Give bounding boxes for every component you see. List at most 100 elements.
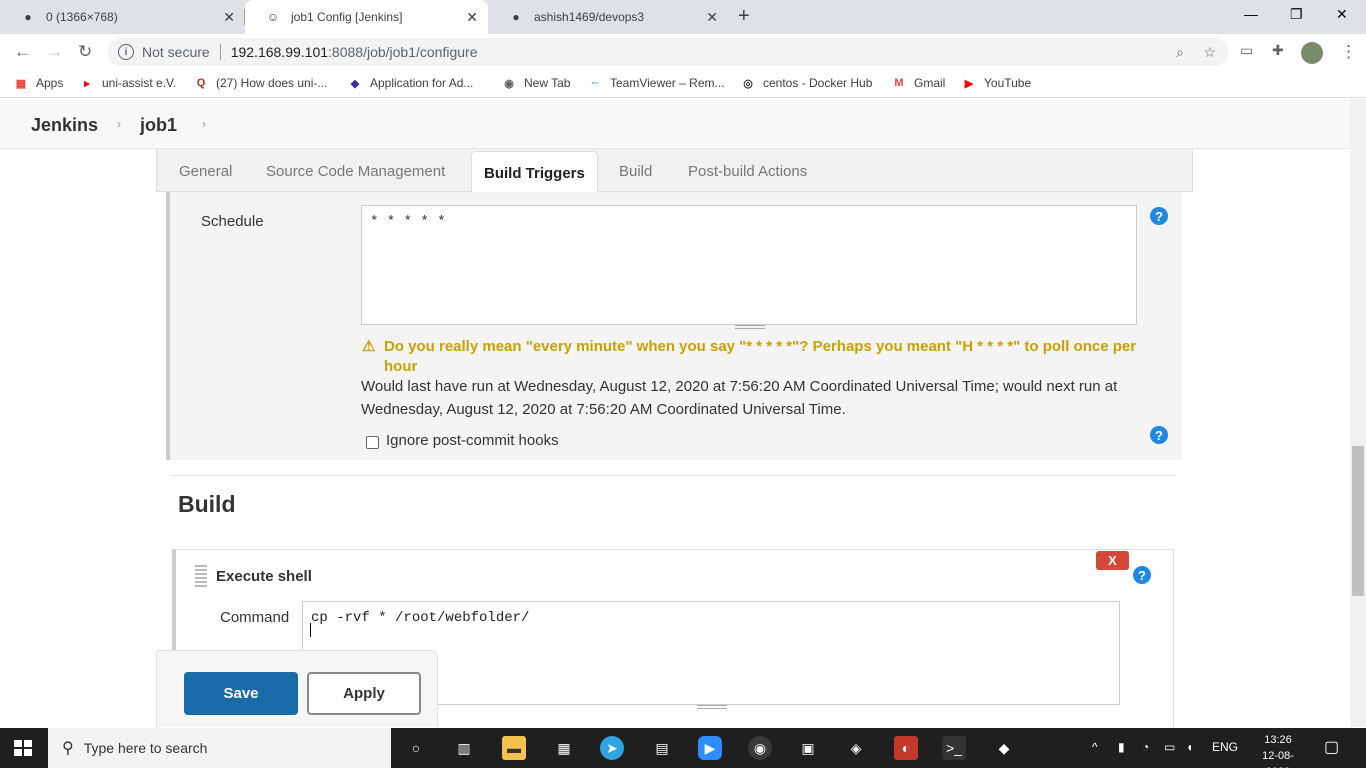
close-tab-icon[interactable]: ✕ bbox=[223, 9, 235, 26]
minimize-icon[interactable]: — bbox=[1244, 6, 1258, 22]
bookmark-youtube[interactable]: ▶ YouTube bbox=[962, 76, 1031, 90]
drag-handle-icon[interactable] bbox=[195, 565, 207, 587]
bookmarks-bar: ▦ Apps ▸ uni-assist e.V. Q (27) How does un… bbox=[0, 70, 1366, 98]
divider bbox=[219, 44, 221, 60]
github-icon: ● bbox=[512, 10, 520, 24]
bookmark-teamviewer[interactable]: ⇔ TeamViewer – Rem... bbox=[588, 76, 725, 90]
file-explorer-icon[interactable]: ▬ bbox=[502, 736, 526, 760]
help-icon[interactable]: ? bbox=[1133, 566, 1151, 584]
quora-icon: Q bbox=[196, 77, 206, 89]
url-path: :8088/job/job1/configure bbox=[328, 44, 478, 60]
system-clock[interactable]: 13:26 12-08-2020 bbox=[1252, 732, 1304, 780]
tab-source-code-management[interactable]: Source Code Management bbox=[266, 163, 445, 180]
close-tab-icon[interactable]: ✕ bbox=[706, 9, 718, 26]
browser-tab-active[interactable]: ☺ job1 Config [Jenkins] ✕ bbox=[245, 0, 488, 34]
notification-icon[interactable]: ▢ bbox=[1324, 737, 1339, 757]
info-icon[interactable]: i bbox=[118, 44, 134, 60]
windows-start-icon[interactable] bbox=[14, 740, 32, 756]
virtualbox-cube-icon[interactable]: ◈ bbox=[844, 736, 868, 760]
tab-build[interactable]: Build bbox=[619, 163, 652, 180]
extensions-icon[interactable]: ✚ bbox=[1272, 42, 1284, 59]
page-scrollbar[interactable] bbox=[1350, 99, 1366, 727]
breadcrumb-chevron-icon[interactable]: › bbox=[202, 117, 206, 131]
save-button[interactable]: Save bbox=[184, 672, 298, 715]
forward-icon[interactable]: → bbox=[46, 42, 63, 62]
security-label: Not secure bbox=[142, 44, 210, 60]
paint-icon[interactable]: ◐ bbox=[894, 736, 918, 760]
build-section-title: Build bbox=[178, 491, 236, 517]
zoom-app-icon[interactable]: ▶ bbox=[698, 736, 722, 760]
step-title: Execute shell bbox=[216, 568, 312, 585]
globe-icon: ◉ bbox=[504, 77, 514, 90]
github-icon: ● bbox=[24, 10, 32, 24]
search-placeholder: Type here to search bbox=[83, 740, 208, 756]
taskbar-search[interactable]: ⚲ Type here to search bbox=[48, 728, 391, 768]
windows-taskbar: ⚲ Type here to search ○ ▥ ▬ ▦ ➤ ▤ ▶ ◉ ▣ … bbox=[0, 728, 1366, 778]
breadcrumb-jenkins[interactable]: Jenkins bbox=[31, 115, 98, 136]
back-icon[interactable]: ← bbox=[14, 42, 31, 62]
schedule-label: Schedule bbox=[201, 213, 264, 230]
address-bar[interactable]: i Not secure 192.168.99.101:8088/job/job… bbox=[108, 38, 1228, 66]
tab-build-triggers[interactable]: Build Triggers bbox=[471, 151, 598, 193]
zoom-icon[interactable]: ⌕ bbox=[1176, 44, 1184, 61]
delete-step-button[interactable]: X bbox=[1096, 551, 1129, 570]
restore-icon[interactable]: ❐ bbox=[1290, 6, 1303, 23]
warning-text: Do you really mean "every minute" when y… bbox=[384, 338, 1137, 375]
tab-post-build-actions[interactable]: Post-build Actions bbox=[688, 163, 807, 180]
url-host: 192.168.99.101 bbox=[230, 44, 329, 60]
bookmark-application[interactable]: ◆ Application for Ad... bbox=[348, 76, 474, 90]
close-window-icon[interactable]: ✕ bbox=[1336, 6, 1348, 23]
search-icon: ⚲ bbox=[62, 740, 74, 757]
task-view-icon[interactable]: ▥ bbox=[452, 736, 476, 760]
volume-icon[interactable]: ◖ bbox=[1186, 740, 1193, 754]
wifi-icon[interactable]: ◔ bbox=[1142, 740, 1149, 754]
scrollbar-thumb[interactable] bbox=[1352, 446, 1364, 596]
divider bbox=[172, 475, 1176, 476]
browser-tab[interactable]: ● ashish1469/devops3 ✕ bbox=[488, 0, 728, 34]
schedule-textarea[interactable]: * * * * * bbox=[361, 205, 1137, 325]
close-tab-icon[interactable]: ✕ bbox=[466, 9, 478, 26]
ignore-hooks-label[interactable]: Ignore post-commit hooks bbox=[386, 432, 559, 449]
tab-general[interactable]: General bbox=[179, 163, 232, 180]
help-icon[interactable]: ? bbox=[1150, 426, 1168, 444]
bookmark-uni-assist[interactable]: ▸ uni-assist e.V. bbox=[80, 76, 176, 90]
network-app-icon[interactable]: ▣ bbox=[796, 736, 820, 760]
jenkins-icon: ☺ bbox=[266, 10, 280, 24]
tab-title: job1 Config [Jenkins] bbox=[291, 10, 403, 24]
reload-icon[interactable]: ↻ bbox=[78, 42, 92, 62]
cortana-icon[interactable]: ○ bbox=[404, 736, 428, 760]
browser-tab[interactable]: ● 0 (1366×768) ✕ bbox=[0, 0, 245, 34]
chevron-up-icon[interactable]: ^ bbox=[1092, 740, 1098, 754]
language-indicator[interactable]: ENG bbox=[1212, 740, 1238, 754]
battery-icon[interactable]: ▭ bbox=[1164, 740, 1175, 754]
warning-icon: ⚠ bbox=[362, 338, 376, 355]
help-icon[interactable]: ? bbox=[1150, 207, 1168, 225]
tab-title: ashish1469/devops3 bbox=[534, 10, 645, 24]
config-tabs: General Source Code Management Build Tri… bbox=[156, 149, 1193, 193]
chrome-icon[interactable]: ◉ bbox=[748, 736, 772, 760]
bookmark-docker-hub[interactable]: ◎ centos - Docker Hub bbox=[741, 76, 872, 90]
resize-handle[interactable] bbox=[697, 705, 727, 709]
resize-handle[interactable] bbox=[735, 325, 765, 329]
cast-icon[interactable]: ▭ bbox=[1240, 42, 1253, 59]
git-icon[interactable]: ◆ bbox=[992, 736, 1016, 760]
store-icon[interactable]: ▦ bbox=[552, 736, 576, 760]
apply-button[interactable]: Apply bbox=[307, 672, 421, 715]
terminal-icon[interactable]: >_ bbox=[942, 736, 966, 760]
schedule-info: Would last have run at Wednesday, August… bbox=[361, 378, 1118, 418]
menu-icon[interactable]: ⋮ bbox=[1340, 42, 1357, 62]
breadcrumb-chevron-icon: › bbox=[117, 117, 121, 131]
telegram-icon[interactable]: ➤ bbox=[600, 736, 624, 760]
bookmark-quora[interactable]: Q (27) How does uni-... bbox=[194, 76, 328, 90]
bookmark-apps[interactable]: ▦ Apps bbox=[14, 76, 64, 90]
ignore-hooks-checkbox[interactable] bbox=[366, 436, 379, 449]
virtualbox-icon[interactable]: ▤ bbox=[650, 736, 674, 760]
mic-icon[interactable]: ▮ bbox=[1118, 740, 1125, 754]
breadcrumb-job[interactable]: job1 bbox=[140, 115, 177, 136]
bookmark-new-tab[interactable]: ◉ New Tab bbox=[502, 76, 570, 90]
bookmark-gmail[interactable]: M Gmail bbox=[892, 76, 945, 90]
avatar[interactable] bbox=[1301, 42, 1323, 64]
new-tab-button[interactable]: + bbox=[738, 5, 750, 28]
star-icon[interactable]: ☆ bbox=[1203, 44, 1216, 61]
schedule-warning: ⚠ Do you really mean "every minute" when… bbox=[362, 337, 1142, 377]
